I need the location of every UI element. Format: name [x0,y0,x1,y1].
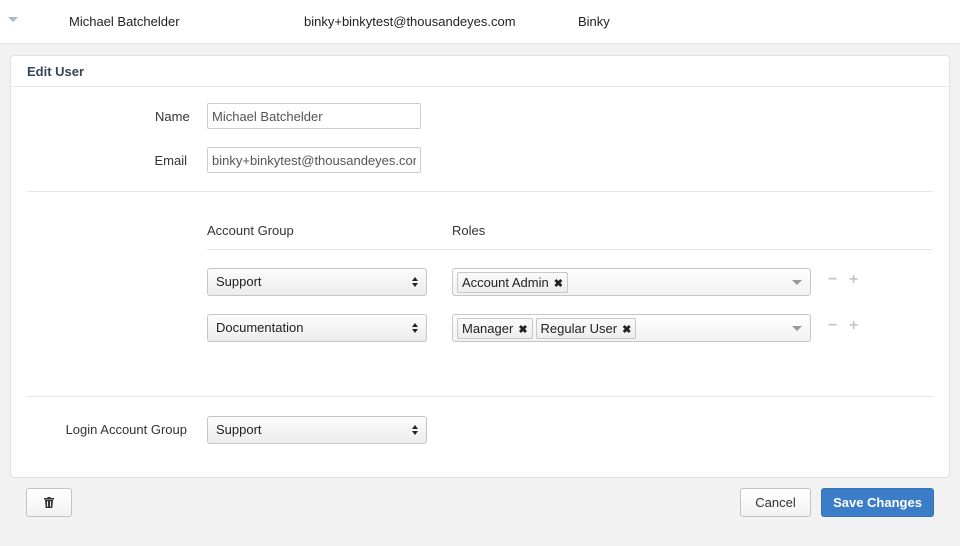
login-account-group-select[interactable]: Support [207,416,427,444]
remove-role-icon[interactable]: ✖ [622,321,631,340]
role-tag-label: Account Admin [462,275,549,290]
divider [27,191,933,192]
login-account-group-label: Login Account Group [65,422,187,437]
dropdown-caret-icon[interactable] [792,326,802,331]
email-label: Email [154,153,187,168]
email-field[interactable] [207,147,421,173]
account-group-select[interactable]: Documentation [207,314,427,342]
remove-row-button[interactable]: − [828,317,837,335]
select-arrows-icon [412,425,420,436]
roles-header: Roles [452,223,486,238]
roles-multiselect[interactable]: Manager ✖ Regular User ✖ [452,314,811,342]
account-group-value: Support [216,274,262,289]
user-row-email: binky+binkytest@thousandeyes.com [304,14,516,29]
dropdown-caret-icon[interactable] [792,280,802,285]
role-tag: Account Admin ✖ [457,272,568,293]
divider [27,396,933,397]
account-group-value: Documentation [216,320,304,335]
roles-multiselect[interactable]: Account Admin ✖ [452,268,811,296]
role-tag: Manager ✖ [457,318,533,339]
user-row-nickname: Binky [578,14,610,29]
login-account-group-value: Support [216,422,262,437]
collapse-caret-icon[interactable] [8,17,18,22]
remove-role-icon[interactable]: ✖ [518,321,527,340]
account-group-header: Account Group [207,223,294,238]
role-tag-label: Regular User [540,321,618,336]
name-label: Name [155,109,190,124]
divider [207,249,933,250]
cancel-button[interactable]: Cancel [740,488,811,517]
name-field[interactable] [207,103,421,129]
account-group-select[interactable]: Support [207,268,427,296]
save-changes-button[interactable]: Save Changes [821,488,934,517]
role-tag-label: Manager [462,321,514,336]
add-row-button[interactable]: + [849,317,858,335]
panel-title: Edit User [11,56,949,87]
role-tag: Regular User ✖ [535,318,637,340]
edit-user-panel: Edit User Name Email Account Group Roles… [10,55,950,478]
remove-row-button[interactable]: − [828,271,837,289]
add-row-button[interactable]: + [849,271,858,289]
user-row-name: Michael Batchelder [69,14,180,29]
user-list-row[interactable]: Michael Batchelder binky+binkytest@thous… [0,0,960,44]
select-arrows-icon [412,323,420,334]
trash-icon [44,497,54,508]
remove-role-icon[interactable]: ✖ [554,275,563,294]
delete-user-button[interactable] [26,488,72,517]
select-arrows-icon [412,277,420,288]
